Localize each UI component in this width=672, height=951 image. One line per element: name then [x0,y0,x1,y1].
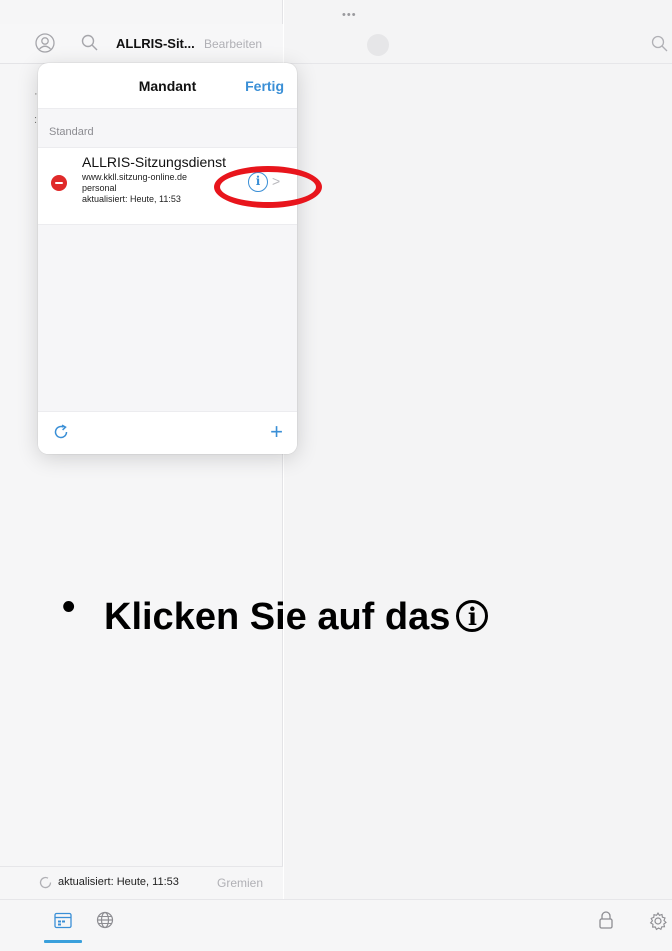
right-column [284,0,672,951]
bullet-point: • [62,586,76,628]
delete-icon[interactable] [51,175,67,191]
refresh-icon[interactable] [52,423,70,441]
status-updated: aktualisiert: Heute, 11:53 [58,876,179,888]
search-icon[interactable] [650,34,670,54]
page-title: ALLRIS-Sit... [116,36,195,51]
entry-name: ALLRIS-Sitzungsdienst [82,154,226,170]
entry-user: personal [82,183,117,193]
highlight-ellipse [214,166,322,208]
calendar-icon[interactable] [54,912,72,929]
popover-footer: + [38,411,297,454]
popover-body: Standard ALLRIS-Sitzungsdienst www.kkll.… [38,109,297,411]
gear-icon[interactable] [648,911,668,931]
instruction-text: Klicken Sie auf das i [104,596,489,639]
drag-handle[interactable]: ••• [342,9,357,21]
entry-url: www.kkll.sitzung-online.de [82,172,188,182]
instruction-label: Klicken Sie auf das [104,596,451,638]
info-icon: i [456,600,489,632]
left-navigation-bar: ALLRIS-Sit... Bearbeiten [0,24,283,64]
refresh-icon[interactable] [38,875,53,890]
avatar [367,34,389,56]
done-button[interactable]: Fertig [245,78,284,94]
status-bar: aktualisiert: Heute, 11:53 Gremien [0,866,283,899]
profile-icon[interactable] [34,32,56,54]
tab-indicator [44,940,82,943]
section-label: Standard [49,126,94,138]
popover-header: Mandant Fertig [38,63,297,109]
add-button[interactable]: + [270,419,283,445]
globe-icon[interactable] [96,911,114,929]
right-navigation-bar [284,24,672,64]
lock-icon[interactable] [598,910,614,930]
tab-bar [0,899,672,951]
search-icon[interactable] [79,32,101,54]
gremien-button[interactable]: Gremien [217,876,263,890]
background-text: : [34,114,38,126]
entry-updated: aktualisiert: Heute, 11:53 [82,194,181,204]
edit-button[interactable]: Bearbeiten [204,37,262,51]
mandant-popover: Mandant Fertig Standard ALLRIS-Sitzungsd… [38,63,297,454]
